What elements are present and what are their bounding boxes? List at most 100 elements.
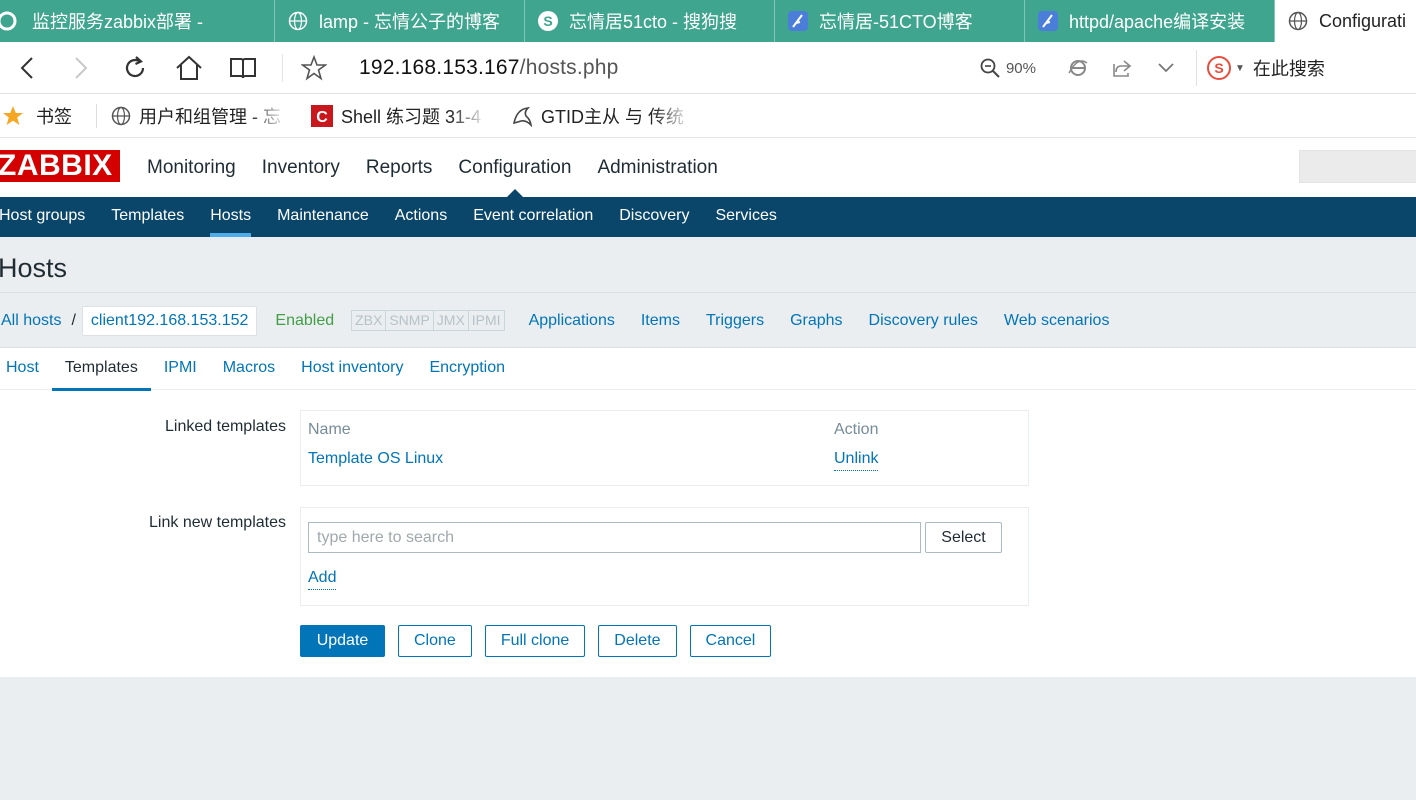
- items-link[interactable]: Items: [641, 312, 680, 330]
- zabbix-logo[interactable]: ZABBIX: [0, 150, 120, 182]
- full-clone-button[interactable]: Full clone: [484, 625, 586, 657]
- add-link[interactable]: Add: [308, 569, 337, 590]
- template-search-input[interactable]: [308, 522, 921, 553]
- tab-macros[interactable]: Macros: [210, 348, 288, 390]
- global-search-input[interactable]: [1299, 150, 1416, 183]
- column-header-action: Action: [834, 421, 879, 438]
- unlink-link[interactable]: Unlink: [834, 450, 879, 471]
- home-button[interactable]: [162, 42, 216, 94]
- zoom-control[interactable]: 90%: [980, 58, 1036, 78]
- zoom-icon: [980, 58, 1000, 78]
- bookmark-item[interactable]: GTID主从 与 传统: [511, 103, 691, 129]
- url-field[interactable]: 192.168.153.167/hosts.php: [359, 56, 619, 80]
- menu-inventory[interactable]: Inventory: [249, 138, 353, 197]
- sogou-icon: S: [537, 10, 559, 32]
- discovery-rules-link[interactable]: Discovery rules: [869, 312, 978, 330]
- menu-reports[interactable]: Reports: [353, 138, 446, 197]
- update-button[interactable]: Update: [300, 625, 385, 657]
- globe-icon: [287, 10, 309, 32]
- url-host: 192.168.153.167: [359, 55, 520, 79]
- dropdown-button[interactable]: [1144, 42, 1188, 94]
- share-icon: [1113, 60, 1132, 77]
- triggers-link[interactable]: Triggers: [706, 312, 764, 330]
- breadcrumb-separator: /: [71, 311, 76, 329]
- star-icon: [2, 105, 24, 127]
- share-button[interactable]: [1100, 42, 1144, 94]
- address-bar: 192.168.153.167/hosts.php 90% S ▼ 在此搜索: [0, 42, 1416, 94]
- submenu-hosts[interactable]: Hosts: [197, 197, 264, 237]
- browser-tab[interactable]: 监控服务zabbix部署 -: [0, 0, 275, 42]
- applications-link[interactable]: Applications: [529, 312, 615, 330]
- sub-menu: Host groups Templates Hosts Maintenance …: [0, 197, 1416, 237]
- submenu-event-correlation[interactable]: Event correlation: [460, 197, 606, 237]
- submenu-actions[interactable]: Actions: [382, 197, 460, 237]
- submenu-templates[interactable]: Templates: [98, 197, 197, 237]
- browser-tab-active[interactable]: Configurati: [1275, 0, 1416, 42]
- main-menu: Monitoring Inventory Reports Configurati…: [134, 138, 731, 197]
- sogou-search-icon: S: [1207, 56, 1231, 80]
- link-new-templates-box: Select Add: [300, 507, 1029, 606]
- bookmark-item[interactable]: 用户和组管理 - 忘: [111, 103, 287, 129]
- tab-ipmi[interactable]: IPMI: [151, 348, 210, 390]
- caret-down-icon[interactable]: ▼: [1235, 63, 1245, 74]
- delete-button[interactable]: Delete: [598, 625, 677, 657]
- current-host-link[interactable]: client192.168.153.152: [81, 305, 258, 336]
- tab-host-inventory[interactable]: Host inventory: [288, 348, 416, 390]
- web-scenarios-link[interactable]: Web scenarios: [1004, 312, 1110, 330]
- cancel-button[interactable]: Cancel: [689, 625, 772, 657]
- zoom-level: 90%: [1005, 59, 1036, 77]
- submenu-host-groups[interactable]: Host groups: [0, 197, 98, 237]
- chevron-down-icon: [1158, 63, 1174, 73]
- graphs-link[interactable]: Graphs: [790, 312, 842, 330]
- page-header: Hosts: [0, 237, 1416, 293]
- star-outline-icon: [301, 54, 327, 80]
- menu-administration[interactable]: Administration: [584, 138, 730, 197]
- submenu-discovery[interactable]: Discovery: [606, 197, 702, 237]
- menu-configuration[interactable]: Configuration: [445, 138, 584, 197]
- linked-templates-label: Linked templates: [165, 418, 286, 435]
- submenu-maintenance[interactable]: Maintenance: [264, 197, 382, 237]
- form-tabs: Host Templates IPMI Macros Host inventor…: [0, 348, 1416, 391]
- reading-list-button[interactable]: [216, 42, 270, 94]
- url-path: /hosts.php: [519, 55, 619, 79]
- host-form: Host Templates IPMI Macros Host inventor…: [0, 348, 1416, 677]
- tab-encryption[interactable]: Encryption: [416, 348, 518, 390]
- back-button[interactable]: [0, 42, 54, 94]
- ie-icon: [1068, 60, 1088, 76]
- linked-template-name[interactable]: Template OS Linux: [308, 450, 443, 468]
- zabbix-header: ZABBIX Monitoring Inventory Reports Conf…: [0, 138, 1416, 197]
- feather-icon: [787, 10, 809, 32]
- zbx-availability-tag: ZBX: [352, 311, 387, 330]
- snmp-availability-tag: SNMP: [386, 311, 434, 330]
- forward-button[interactable]: [54, 42, 108, 94]
- host-status-enabled[interactable]: Enabled: [275, 312, 334, 330]
- browser-tab[interactable]: S 忘情居51cto - 搜狗搜: [525, 0, 775, 42]
- submenu-services[interactable]: Services: [702, 197, 789, 237]
- all-hosts-link[interactable]: All hosts: [1, 312, 61, 330]
- browser-tab[interactable]: httpd/apache编译安装: [1025, 0, 1275, 42]
- link-new-templates-label: Link new templates: [149, 514, 286, 531]
- ie-mode-button[interactable]: [1056, 42, 1100, 94]
- svg-text:C: C: [316, 109, 328, 126]
- dolphin-icon: [511, 105, 533, 127]
- tab-templates[interactable]: Templates: [51, 348, 151, 391]
- browser-tab[interactable]: lamp - 忘情公子的博客: [275, 0, 525, 42]
- bookmarks-menu[interactable]: 书签: [2, 103, 72, 129]
- menu-monitoring[interactable]: Monitoring: [134, 138, 249, 197]
- search-engine-placeholder: 在此搜索: [1252, 59, 1325, 79]
- clone-button[interactable]: Clone: [398, 625, 472, 657]
- browser-tab[interactable]: 忘情居-51CTO博客: [775, 0, 1025, 42]
- favorite-button[interactable]: [287, 42, 341, 94]
- host-breadcrumb: All hosts / client192.168.153.152 Enable…: [0, 294, 1416, 348]
- back-arrow-icon: [20, 56, 33, 79]
- book-icon: [230, 57, 256, 78]
- globe-icon: [1287, 10, 1309, 32]
- reload-button[interactable]: [108, 42, 162, 94]
- bookmark-item[interactable]: C Shell 练习题 31-4: [311, 103, 487, 129]
- select-button[interactable]: Select: [925, 522, 1002, 553]
- globe-icon: [111, 106, 131, 126]
- csdn-icon: C: [311, 104, 333, 127]
- forward-arrow-icon: [75, 56, 88, 79]
- search-engine-box[interactable]: S ▼ 在此搜索: [1196, 50, 1416, 86]
- tab-host[interactable]: Host: [0, 348, 52, 390]
